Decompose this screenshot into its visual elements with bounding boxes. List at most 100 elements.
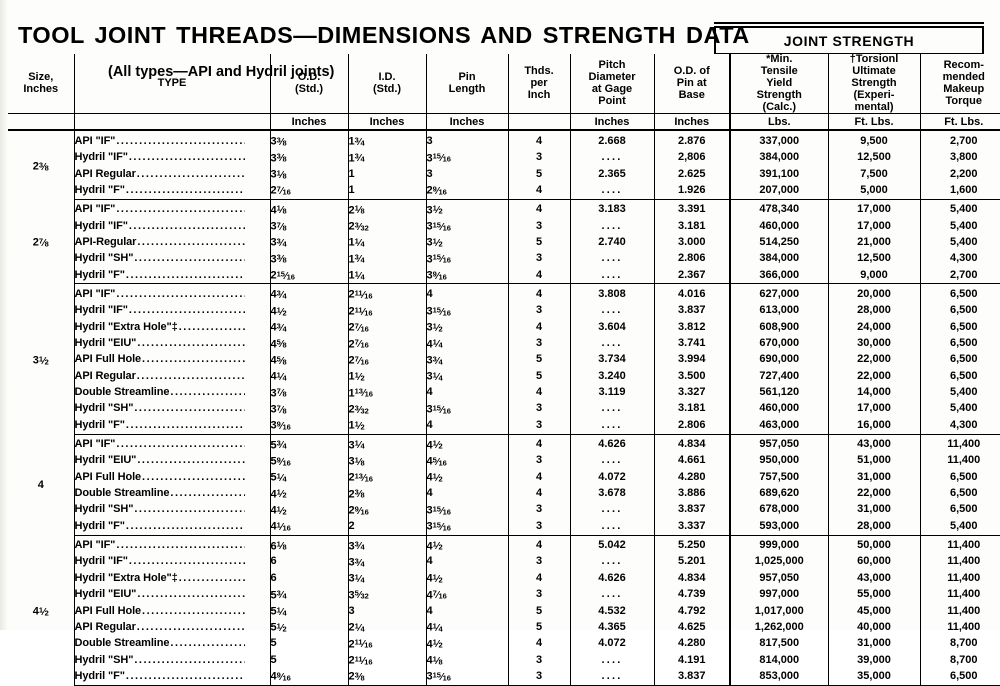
cell-thds: 4 <box>508 636 570 652</box>
cell-torque: 2,700 <box>920 267 1000 284</box>
cell-pin: 31⁄2 <box>426 199 508 218</box>
cell-torsion: 43,000 <box>828 570 920 586</box>
cell-od: 51⁄2 <box>270 619 348 635</box>
cell-od: 41⁄2 <box>270 486 348 502</box>
cell-pitch: .... <box>570 668 654 685</box>
col-header-od: O.D.(Std.) <box>270 54 348 114</box>
cell-thds: 4 <box>508 319 570 335</box>
cell-tensile: 957,050 <box>730 570 828 586</box>
col-header-tensile-yield: *Min.TensileYieldStrength(Calc.) <box>730 54 828 114</box>
cell-odpin: 4.661 <box>654 453 730 469</box>
cell-od: 31⁄8 <box>270 166 348 182</box>
cell-od: 41⁄8 <box>270 199 348 218</box>
cell-torque: 5,400 <box>920 218 1000 234</box>
unit-type <box>74 114 270 131</box>
cell-torque: 11,400 <box>920 453 1000 469</box>
cell-id: 2 <box>348 518 426 535</box>
cell-type: API "IF"................................… <box>74 199 270 218</box>
cell-type: Hydril "F"..............................… <box>74 518 270 535</box>
cell-odpin: 3.812 <box>654 319 730 335</box>
cell-torque: 8,700 <box>920 652 1000 668</box>
cell-id: 1 <box>348 166 426 182</box>
cell-thds: 5 <box>508 368 570 384</box>
col-header-line: Ultimate <box>829 66 920 78</box>
cell-thds: 4 <box>508 570 570 586</box>
cell-pitch: 2.740 <box>570 234 654 250</box>
cell-thds: 5 <box>508 166 570 182</box>
cell-od: 6 <box>270 554 348 570</box>
cell-id: 11⁄2 <box>348 417 426 434</box>
cell-torsion: 31,000 <box>828 469 920 485</box>
table-row: Hydril "SH".............................… <box>8 502 1000 518</box>
cell-torque: 6,500 <box>920 486 1000 502</box>
cell-pitch: 4.626 <box>570 434 654 453</box>
cell-pitch: .... <box>570 502 654 518</box>
col-header-line: Strength <box>731 90 828 102</box>
col-header-line: Pin <box>427 72 508 84</box>
cell-id: 31⁄8 <box>348 453 426 469</box>
cell-odpin: 4.280 <box>654 469 730 485</box>
col-header-line: (Calc.) <box>731 102 828 114</box>
cell-od: 37⁄8 <box>270 385 348 401</box>
cell-od: 53⁄4 <box>270 434 348 453</box>
cell-id: 23⁄32 <box>348 218 426 234</box>
cell-pin: 4 <box>426 417 508 434</box>
cell-odpin: 3.181 <box>654 401 730 417</box>
table-row: API Regular.............................… <box>8 619 1000 635</box>
cell-odpin: 3.500 <box>654 368 730 384</box>
cell-pin: 3 <box>426 130 508 149</box>
cell-type: API "IF"................................… <box>74 284 270 303</box>
cell-tensile: 957,050 <box>730 434 828 453</box>
unit-pitch: Inches <box>570 114 654 131</box>
table-row: 31⁄2API "IF"............................… <box>8 284 1000 303</box>
cell-tensile: 1,025,000 <box>730 554 828 570</box>
cell-torque: 6,500 <box>920 319 1000 335</box>
cell-type: API Full Hole...........................… <box>74 352 270 368</box>
cell-pitch: .... <box>570 401 654 417</box>
cell-torque: 2,200 <box>920 166 1000 182</box>
cell-odpin: 3.886 <box>654 486 730 502</box>
cell-pin: 41⁄8 <box>426 652 508 668</box>
table-row: Hydril "EIU"............................… <box>8 453 1000 469</box>
cell-torsion: 20,000 <box>828 284 920 303</box>
table-row: API Regular.............................… <box>8 166 1000 182</box>
cell-thds: 3 <box>508 502 570 518</box>
cell-torsion: 12,500 <box>828 150 920 166</box>
cell-odpin: 5.250 <box>654 535 730 554</box>
cell-tensile: 727,400 <box>730 368 828 384</box>
cell-od: 43⁄4 <box>270 284 348 303</box>
cell-tensile: 337,000 <box>730 130 828 149</box>
col-header-line: mental) <box>829 102 920 114</box>
cell-pin: 41⁄2 <box>426 535 508 554</box>
col-header-od-pin-base: O.D. ofPin atBase <box>654 54 730 114</box>
cell-torsion: 5,000 <box>828 182 920 199</box>
cell-od: 27⁄16 <box>270 182 348 199</box>
joint-strength-label: JOINT STRENGTH <box>784 33 915 49</box>
cell-pin: 31⁄2 <box>426 319 508 335</box>
table-row: Hydril "SH".............................… <box>8 401 1000 417</box>
cell-torque: 11,400 <box>920 434 1000 453</box>
cell-pin: 315⁄16 <box>426 518 508 535</box>
cell-torque: 6,500 <box>920 352 1000 368</box>
cell-pitch: .... <box>570 182 654 199</box>
cell-torque: 3,800 <box>920 150 1000 166</box>
cell-pitch: .... <box>570 150 654 166</box>
cell-type: Hydril "IF".............................… <box>74 303 270 319</box>
cell-odpin: 3.741 <box>654 336 730 352</box>
cell-pitch: .... <box>570 417 654 434</box>
cell-id: 13⁄4 <box>348 150 426 166</box>
cell-pitch: .... <box>570 518 654 535</box>
cell-od: 41⁄2 <box>270 502 348 518</box>
cell-type: API "IF"................................… <box>74 535 270 554</box>
cell-torsion: 24,000 <box>828 319 920 335</box>
cell-torsion: 21,000 <box>828 234 920 250</box>
col-header-thds-per-inch: Thds.perInch <box>508 54 570 114</box>
table-row: API Full Hole...........................… <box>8 469 1000 485</box>
cell-id: 33⁄4 <box>348 535 426 554</box>
cell-od: 33⁄4 <box>270 234 348 250</box>
cell-torsion: 12,500 <box>828 251 920 267</box>
cell-odpin: 2.806 <box>654 251 730 267</box>
cell-pin: 4 <box>426 284 508 303</box>
cell-torque: 5,400 <box>920 518 1000 535</box>
cell-type: Hydril "F"..............................… <box>74 668 270 685</box>
